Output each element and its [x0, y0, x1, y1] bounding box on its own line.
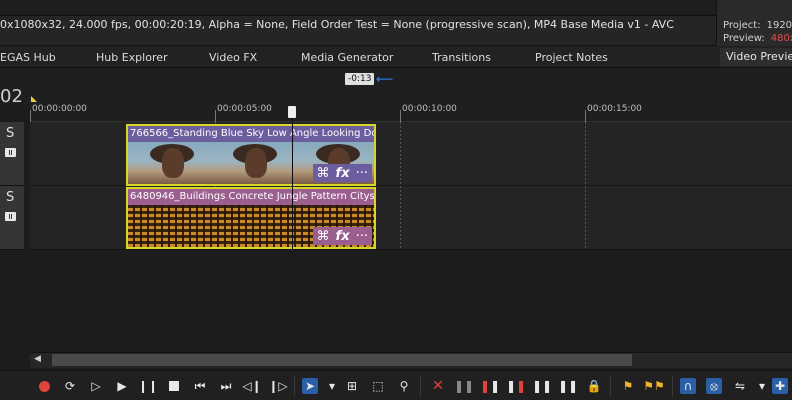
insert-region-icon[interactable]: ⚑⚑ — [643, 378, 665, 394]
ruler-label: 00:00:05:00 — [217, 104, 272, 114]
go-to-start-icon[interactable]: ⏮ — [192, 378, 208, 394]
ruler-tick — [30, 110, 31, 122]
go-to-end-icon[interactable]: ⏭ — [218, 378, 234, 394]
loop-region-label[interactable]: -0:13 — [345, 73, 375, 85]
media-info-bar: 0x1080x32, 24.000 fps, 00:00:20:19, Alph… — [0, 0, 716, 46]
toolbar-separator — [294, 376, 295, 396]
insert-marker-icon[interactable]: ⚑ — [620, 378, 636, 394]
ruler-tick — [400, 110, 401, 122]
next-frame-icon[interactable]: ❙▷ — [268, 378, 287, 394]
toolbar-separator — [610, 376, 611, 396]
auto-crossfade-icon[interactable]: ⦻ — [706, 378, 722, 394]
grid-line — [400, 122, 401, 250]
loop-playback-icon[interactable]: ⟳ — [62, 378, 78, 394]
more-icon[interactable]: ··· — [356, 166, 368, 181]
toolbar-separator — [420, 376, 421, 396]
media-info-text: 0x1080x32, 24.000 fps, 00:00:20:19, Alph… — [0, 18, 674, 31]
clip-event-controls: ⌘ fx ··· — [312, 227, 372, 245]
snapping-icon[interactable]: ∩ — [680, 378, 696, 394]
selection-tool-icon[interactable]: ⬚ — [370, 378, 386, 394]
ripple-icon[interactable]: ❚❚ — [558, 378, 578, 394]
vegas-timeline-window: 0x1080x32, 24.000 fps, 00:00:20:19, Alph… — [0, 0, 792, 400]
window-docking-tabs: EGAS Hub Hub Explorer Video FX Media Gen… — [0, 46, 792, 68]
tab-media-generator[interactable]: Media Generator — [301, 51, 393, 64]
tab-vegas-hub[interactable]: EGAS Hub — [0, 51, 56, 64]
track-header-label: S — [6, 126, 15, 141]
scroll-left-icon[interactable]: ◀ — [34, 354, 41, 364]
track-mute-icon[interactable] — [5, 212, 16, 221]
ruler-tick — [215, 110, 216, 122]
more-icon[interactable]: ··· — [356, 229, 368, 244]
delete-icon[interactable]: ✕ — [430, 378, 446, 394]
timeline-empty-area[interactable] — [0, 250, 792, 352]
info-top-strip — [0, 0, 716, 16]
dropdown-arrow-icon[interactable]: ▾ — [754, 378, 770, 394]
tab-video-fx[interactable]: Video FX — [209, 51, 257, 64]
clip-thumbnail — [128, 142, 212, 184]
record-icon[interactable] — [36, 378, 52, 394]
clip-event-controls: ⌘ fx ··· — [312, 164, 372, 182]
ruler-tick — [585, 110, 586, 122]
crop-icon[interactable]: ⌘ — [317, 166, 330, 181]
toolbar-separator — [672, 376, 673, 396]
scrollbar-thumb[interactable] — [52, 354, 632, 366]
dropdown-arrow-icon[interactable]: ▾ — [324, 378, 340, 394]
ruler-label: 00:00:00:00 — [32, 104, 87, 114]
project-value: 1920 — [766, 20, 792, 31]
clip-title: 766566_Standing Blue Sky Low Angle Looki… — [128, 126, 374, 142]
time-display: 02 — [0, 86, 23, 107]
ruler-label: 00:00:15:00 — [587, 104, 642, 114]
normal-edit-tool-icon[interactable]: ➤ — [302, 378, 318, 394]
timeline-header — [0, 68, 792, 104]
trim-icon[interactable]: ❚❚ — [454, 378, 474, 394]
tab-transitions[interactable]: Transitions — [432, 51, 491, 64]
clip-title: 6480946_Buildings Concrete Jungle Patter… — [128, 189, 374, 205]
trim-end-icon[interactable]: ❚ ❚ — [506, 378, 526, 394]
playhead-handle[interactable] — [288, 106, 296, 118]
tab-project-notes[interactable]: Project Notes — [535, 51, 608, 64]
fx-icon[interactable]: fx — [336, 229, 350, 244]
lock-envelopes-icon[interactable]: ✚ — [772, 378, 788, 394]
stop-icon[interactable] — [166, 378, 182, 394]
lock-icon[interactable]: 🔒 — [586, 378, 602, 394]
loop-region-arrow-icon[interactable]: ⟵ — [376, 72, 393, 86]
play-from-start-icon[interactable]: ▷ — [88, 378, 104, 394]
preview-info-panel: Project: 1920 Preview: 480x — [716, 0, 792, 46]
play-icon[interactable]: ▶ — [114, 378, 130, 394]
grid-line — [585, 122, 586, 250]
trim-start-icon[interactable]: ❚ ❚ — [480, 378, 500, 394]
project-label: Project: — [723, 20, 761, 31]
track-header-1[interactable]: S — [0, 122, 24, 186]
crop-icon[interactable]: ⌘ — [317, 229, 330, 244]
track-header-label: S — [6, 190, 15, 205]
ripple-edit-icon[interactable]: ⇋ — [732, 378, 748, 394]
previous-frame-icon[interactable]: ◁❙ — [242, 378, 261, 394]
marker-flag-icon[interactable] — [31, 96, 37, 102]
preview-value: 480x — [770, 33, 792, 44]
ruler-label: 00:00:10:00 — [402, 104, 457, 114]
project-resolution: Project: 1920 — [723, 20, 792, 31]
split-icon[interactable]: ❚❚ — [532, 378, 552, 394]
clip-thumbnail — [211, 142, 295, 184]
video-clip-sky[interactable]: 766566_Standing Blue Sky Low Angle Looki… — [126, 124, 376, 186]
preview-resolution: Preview: 480x — [723, 33, 792, 44]
video-clip-buildings[interactable]: 6480946_Buildings Concrete Jungle Patter… — [126, 187, 376, 249]
track-mute-icon[interactable] — [5, 148, 16, 157]
tab-video-preview[interactable]: Video Preview — [720, 48, 792, 66]
track-header-2[interactable]: S — [0, 186, 24, 250]
envelope-tool-icon[interactable]: ⊞ — [344, 378, 360, 394]
fx-icon[interactable]: fx — [336, 166, 350, 181]
tab-hub-explorer[interactable]: Hub Explorer — [96, 51, 168, 64]
zoom-tool-icon[interactable]: ⚲ — [396, 378, 412, 394]
preview-label: Preview: — [723, 33, 765, 44]
pause-icon[interactable]: ❙❙ — [138, 378, 158, 394]
